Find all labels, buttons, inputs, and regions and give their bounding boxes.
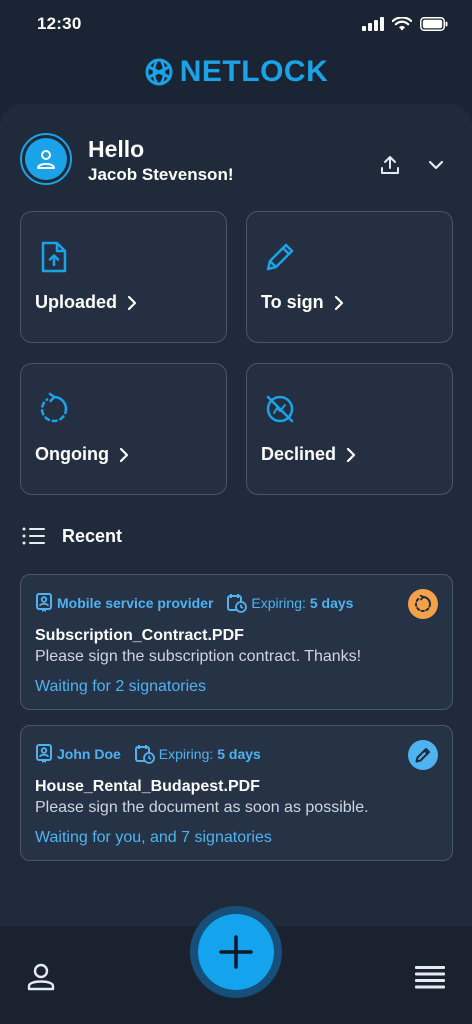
status-icons xyxy=(362,17,448,31)
upload-button[interactable] xyxy=(376,151,404,179)
greeting-row: Hello Jacob Stevenson! xyxy=(20,133,452,189)
menu-icon xyxy=(415,966,445,989)
chevron-right-icon xyxy=(346,447,356,462)
avatar[interactable] xyxy=(20,133,72,185)
pencil-icon xyxy=(415,748,430,763)
card-message: Please sign the subscription contract. T… xyxy=(35,648,362,665)
add-document-button[interactable] xyxy=(198,914,274,990)
calendar-clock-icon xyxy=(227,594,248,613)
chevron-right-icon xyxy=(119,447,129,462)
upload-file-icon xyxy=(41,241,67,273)
list-item[interactable]: Mobile service provider Expiring: 5 days… xyxy=(20,574,453,710)
chevron-right-icon xyxy=(334,295,343,310)
list-item[interactable]: John Doe Expiring: 5 days House_Rental_B… xyxy=(20,725,453,861)
menu-button[interactable] xyxy=(412,960,448,994)
refresh-icon xyxy=(40,392,68,423)
expiring-value: 5 days xyxy=(217,746,261,762)
declined-icon xyxy=(266,395,294,423)
expiring-label: Expiring: xyxy=(251,595,306,611)
expand-button[interactable] xyxy=(422,151,450,179)
waiting-status: Waiting for you, and 7 signatories xyxy=(35,829,272,846)
pencil-icon xyxy=(266,243,294,271)
card-message: Please sign the document as soon as poss… xyxy=(35,799,369,816)
file-name: Subscription_Contract.PDF xyxy=(35,627,244,644)
sender-name: John Doe xyxy=(57,746,121,762)
netlock-logo-icon xyxy=(145,58,173,86)
list-icon xyxy=(22,527,45,545)
expiring-value: 5 days xyxy=(309,595,354,611)
status-time: 12:30 xyxy=(37,14,82,33)
brand-logo: NETLOCK xyxy=(0,52,472,92)
tile-to-sign[interactable]: To sign xyxy=(246,211,453,343)
sender-name: Mobile service provider xyxy=(57,595,214,611)
upload-icon xyxy=(381,156,399,174)
profile-button[interactable] xyxy=(24,960,58,994)
tile-label: Uploaded xyxy=(35,292,118,312)
sender-icon xyxy=(36,744,52,763)
waiting-status: Waiting for 2 signatories xyxy=(35,678,207,695)
tile-label: To sign xyxy=(261,292,324,312)
chevron-down-icon xyxy=(428,160,444,170)
profile-icon xyxy=(27,963,55,991)
tile-label: Declined xyxy=(261,444,337,464)
greeting-hello: Hello xyxy=(88,136,145,162)
ongoing-icon xyxy=(414,595,431,613)
sender-icon xyxy=(36,593,52,612)
file-name: House_Rental_Budapest.PDF xyxy=(35,778,260,795)
tile-ongoing[interactable]: Ongoing xyxy=(20,363,227,495)
chevron-right-icon xyxy=(127,295,137,310)
brand-name: NETLOCK xyxy=(179,55,329,88)
signal-icon xyxy=(362,17,384,31)
tile-label: Ongoing xyxy=(35,444,109,464)
recent-title: Recent xyxy=(62,525,123,546)
status-badge xyxy=(408,589,438,619)
status-badge xyxy=(408,740,438,770)
battery-icon xyxy=(420,17,448,31)
add-button-ring xyxy=(190,906,282,998)
wifi-icon xyxy=(392,17,412,31)
status-bar: 12:30 xyxy=(0,0,472,48)
expiring-label: Expiring: xyxy=(158,746,214,762)
user-icon xyxy=(37,150,55,169)
calendar-clock-icon xyxy=(134,745,155,764)
user-name: Jacob Stevenson! xyxy=(88,165,234,184)
tile-uploaded[interactable]: Uploaded xyxy=(20,211,227,343)
plus-icon xyxy=(219,935,253,969)
recent-header: Recent xyxy=(22,522,122,550)
tile-declined[interactable]: Declined xyxy=(246,363,453,495)
